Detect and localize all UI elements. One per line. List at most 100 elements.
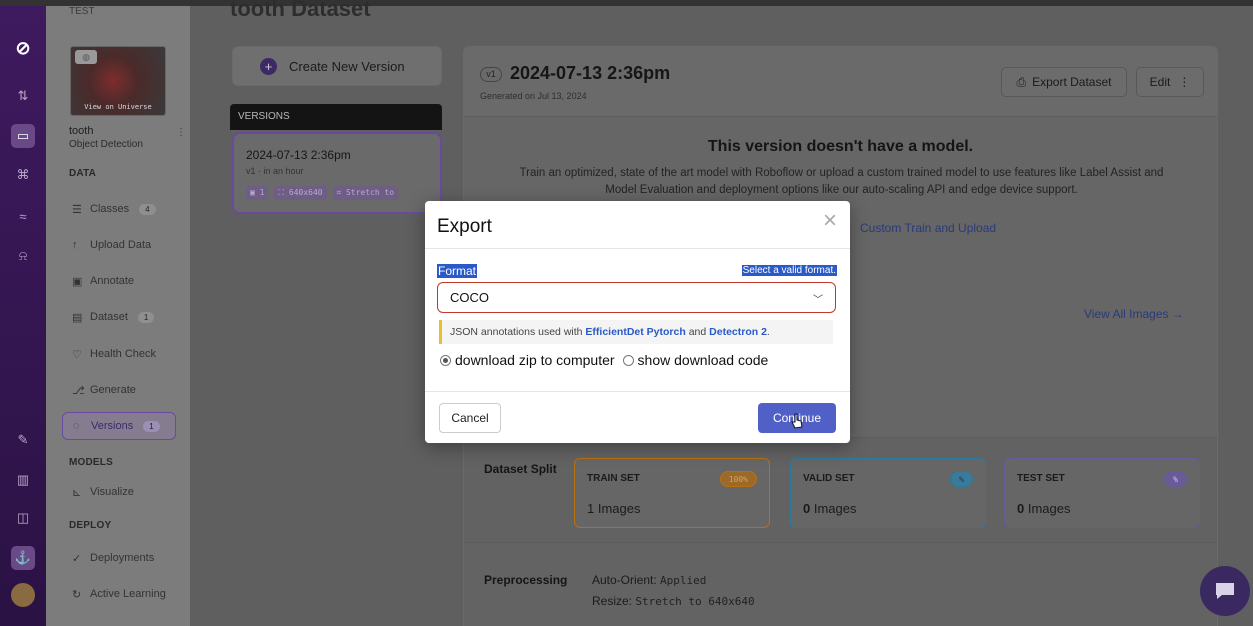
- sidebar-item-upload-data[interactable]: ↑ Upload Data: [62, 231, 176, 259]
- hand-cursor-icon: [791, 413, 803, 429]
- roboflow-logo-icon[interactable]: ⊘: [11, 36, 35, 60]
- edit-label: Edit: [1149, 75, 1171, 89]
- sidebar-item-label: Dataset: [90, 311, 128, 323]
- chat-icon: [1216, 583, 1234, 599]
- project-sidebar: TEST ◍ View on Universe tooth ⋮ Object D…: [46, 6, 190, 626]
- chat-support-button[interactable]: [1200, 566, 1250, 616]
- workspace-label: TEST: [69, 6, 95, 17]
- pen-icon[interactable]: ✎: [11, 428, 35, 452]
- plus-icon: +: [260, 57, 277, 75]
- sidebar-item-label: Annotate: [90, 275, 135, 287]
- tag-text: 1: [259, 188, 265, 197]
- show-code-radio[interactable]: [622, 354, 634, 366]
- test-set-count: 0 Images: [1017, 501, 1071, 516]
- modal-title: Export: [437, 216, 492, 237]
- sidebar-item-label: Active Learning: [90, 588, 166, 600]
- workflows-icon[interactable]: ⌘: [11, 163, 35, 187]
- test-set-badge: %: [1164, 471, 1187, 487]
- sidebar-item-versions[interactable]: ◌ Versions 1: [62, 412, 176, 440]
- sort-icon[interactable]: ⇅: [11, 84, 35, 108]
- format-select[interactable]: COCO ﹀: [437, 282, 836, 313]
- project-menu-icon[interactable]: ⋮: [176, 127, 186, 138]
- sidebar-item-visualize[interactable]: ⊾ Visualize: [62, 478, 176, 506]
- chevron-down-icon: ﹀: [813, 295, 823, 306]
- resize-tag: ⌗ Stretch to: [332, 186, 399, 200]
- dataset-split-section: Dataset Split TRAIN SET 100% 1 Images VA…: [464, 437, 1217, 542]
- create-new-version-button[interactable]: + Create New Version: [232, 46, 442, 86]
- cancel-button[interactable]: Cancel: [439, 403, 501, 433]
- export-dataset-label: Export Dataset: [1032, 75, 1112, 89]
- hint-text: and: [688, 326, 707, 338]
- modal-divider: [425, 248, 850, 249]
- view-all-images-link[interactable]: View All Images →: [1084, 307, 1184, 321]
- auto-orient-key: Auto-Orient:: [592, 573, 657, 587]
- detectron-link[interactable]: Detectron 2: [709, 326, 767, 338]
- create-new-version-label: Create New Version: [289, 58, 405, 74]
- tag-text: 640x640: [288, 188, 323, 197]
- efficientdet-link[interactable]: EfficientDet Pytorch: [585, 326, 685, 338]
- versions-header: VERSIONS: [230, 104, 442, 130]
- project-thumbnail[interactable]: ◍ View on Universe: [70, 46, 166, 116]
- version-title: 2024-07-13 2:36pm: [510, 63, 671, 83]
- sidebar-item-annotate[interactable]: ▣ Annotate: [62, 267, 176, 295]
- close-icon[interactable]: ×: [818, 209, 842, 234]
- export-dataset-button[interactable]: ⎙ Export Dataset: [1001, 67, 1127, 97]
- edit-button[interactable]: Edit ⋮: [1136, 67, 1204, 97]
- count-badge: 4: [139, 203, 156, 215]
- docs-icon[interactable]: ◫: [11, 506, 35, 530]
- custom-train-link[interactable]: Custom Train and Upload: [860, 221, 996, 235]
- format-value: COCO: [450, 290, 489, 305]
- sidebar-item-dataset[interactable]: ▤ Dataset 1: [62, 303, 176, 331]
- download-zip-label[interactable]: download zip to computer: [455, 352, 615, 368]
- version-card[interactable]: 2024-07-13 2:36pm v1 · in an hour ▣ 1 ⛶ …: [232, 132, 442, 214]
- deployments-icon: ✓: [72, 552, 82, 565]
- sidebar-item-label: Health Check: [90, 348, 157, 360]
- sidebar-item-label: Versions: [91, 420, 134, 432]
- analytics-icon[interactable]: ≈: [11, 204, 35, 228]
- resize-value: Stretch to 640x640: [635, 595, 755, 608]
- count-unit: Images: [1027, 501, 1071, 516]
- size-tag: ⛶ 640x640: [274, 186, 327, 200]
- auto-orient-value: Applied: [660, 574, 707, 587]
- dataset-split-label: Dataset Split: [484, 462, 557, 476]
- sidebar-item-generate[interactable]: ⎇ Generate: [62, 376, 176, 404]
- count-unit: Images: [597, 501, 641, 516]
- sidebar-item-active-learning[interactable]: ↻ Active Learning: [62, 580, 176, 608]
- valid-set-label: VALID SET: [803, 473, 855, 484]
- sidebar-item-classes[interactable]: ☰ Classes 4: [62, 195, 176, 223]
- version-pill: v1: [480, 67, 502, 82]
- image-count-tag: ▣ 1: [246, 186, 269, 200]
- user-avatar[interactable]: [11, 583, 35, 607]
- notifications-icon[interactable]: ⍾: [11, 244, 35, 268]
- tag-text: Stretch to: [345, 188, 395, 197]
- no-model-description: Train an optimized, state of the art mod…: [519, 167, 1164, 196]
- preprocessing-label: Preprocessing: [484, 573, 568, 587]
- format-hint: JSON annotations used with EfficientDet …: [439, 320, 833, 344]
- upload-icon: ↑: [72, 239, 78, 251]
- globe-icon: ◍: [75, 50, 97, 64]
- show-code-label[interactable]: show download code: [638, 352, 769, 368]
- export-modal: Export × Format Select a valid format. C…: [425, 201, 850, 443]
- sidebar-item-health-check[interactable]: ♡ Health Check: [62, 340, 176, 368]
- preprocessing-section: Preprocessing Auto-Orient: Applied Resiz…: [464, 542, 1217, 626]
- count-unit: Images: [813, 501, 857, 516]
- projects-icon[interactable]: ▭: [11, 124, 35, 148]
- test-set-label: TEST SET: [1017, 473, 1065, 484]
- active-learning-icon: ↻: [72, 588, 82, 601]
- deploy-icon[interactable]: ⚓: [11, 546, 35, 570]
- version-detail-header: v1 2024-07-13 2:36pm Generated on Jul 13…: [464, 47, 1217, 117]
- sidebar-item-label: Visualize: [90, 486, 134, 498]
- library-icon[interactable]: ▥: [11, 468, 35, 492]
- view-on-universe-link[interactable]: View on Universe: [71, 103, 165, 111]
- sidebar-item-label: Generate: [90, 384, 136, 396]
- annotate-icon: ▣: [72, 275, 83, 288]
- download-zip-radio[interactable]: [440, 354, 451, 366]
- count-value: 0: [1017, 501, 1025, 516]
- count-badge: 1: [143, 420, 160, 432]
- resize-key: Resize:: [592, 594, 633, 608]
- resize-line: Resize: Stretch to 640x640: [592, 594, 755, 608]
- sidebar-item-deployments[interactable]: ✓ Deployments: [62, 544, 176, 572]
- project-type: Object Detection: [69, 139, 143, 150]
- deploy-section-label: DEPLOY: [69, 520, 112, 531]
- test-set-card: TEST SET % 0 Images: [1004, 458, 1200, 528]
